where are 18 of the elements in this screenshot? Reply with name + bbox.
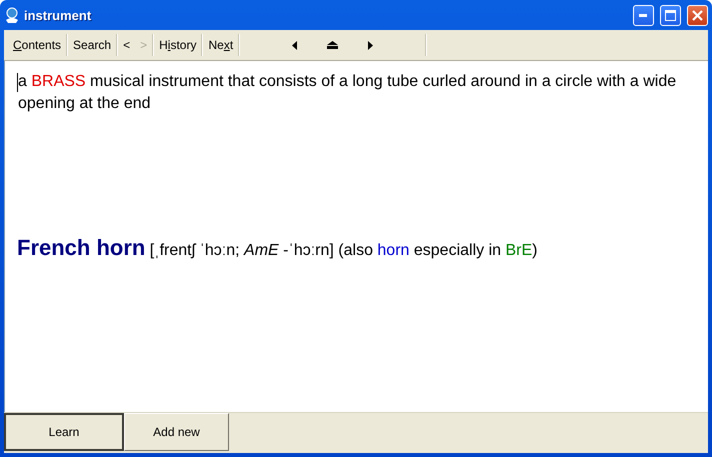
learn-button[interactable]: Learn <box>4 413 124 451</box>
close-icon <box>692 10 703 20</box>
toolbar-button[interactable]: Contents <box>8 34 66 56</box>
app-icon <box>4 7 20 23</box>
text-cursor <box>17 73 18 92</box>
back-button[interactable]: < <box>118 34 136 56</box>
window-title: instrument <box>24 8 92 22</box>
toolbar-button[interactable]: Search <box>68 34 116 56</box>
definition-text: a BRASS musical instrument that consists of a long tube curled around in a circle with a wide opening at the end <box>18 72 678 114</box>
entry-line: French horn [ˌfrentʃ ˈhɔːn; AmE -ˈhɔːrn] (also horn especially in BrE) <box>17 235 538 261</box>
maximize-button[interactable] <box>660 4 681 26</box>
maximize-icon <box>665 10 676 20</box>
minimize-icon <box>639 14 648 16</box>
toolbar-button[interactable]: History <box>154 34 202 56</box>
add-button[interactable]: Add new <box>124 413 229 451</box>
minimize-button[interactable] <box>633 4 654 26</box>
toolbar-button[interactable]: Next <box>203 34 238 56</box>
close-button[interactable] <box>687 4 708 26</box>
